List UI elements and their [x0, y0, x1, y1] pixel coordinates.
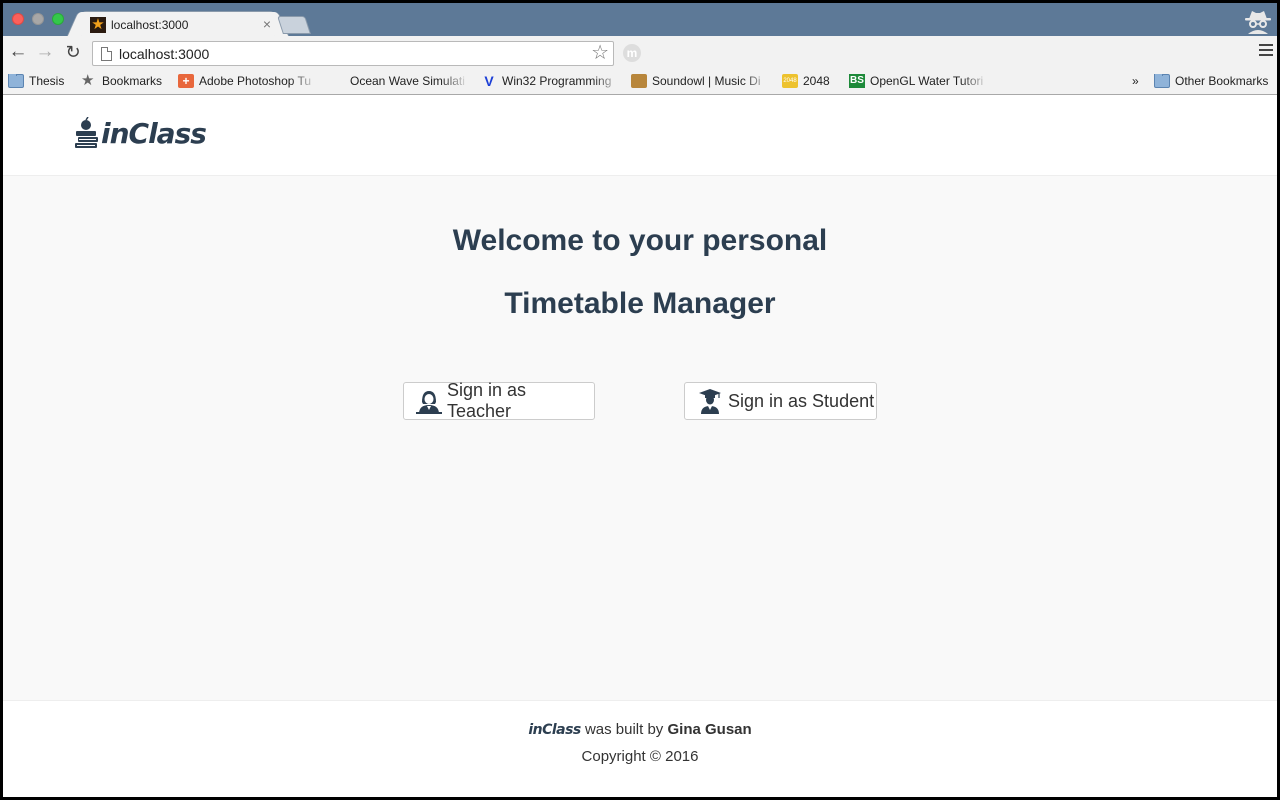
window-minimize-button[interactable] [32, 13, 44, 25]
new-tab-button[interactable] [277, 16, 311, 34]
graduate-student-icon [699, 389, 721, 414]
tab-close-icon[interactable]: × [263, 16, 271, 32]
sign-in-teacher-button[interactable]: Sign in as Teacher [403, 380, 595, 421]
sign-in-student-button[interactable]: Sign in as Student [684, 382, 877, 420]
logo-text: inClass [101, 117, 207, 150]
hero-title-line1: Welcome to your personal [452, 224, 828, 257]
folder-icon [8, 74, 24, 88]
bookmark-win32[interactable]: V Win32 Programming [481, 74, 621, 88]
forward-arrow-icon[interactable]: → [35, 42, 55, 62]
page-content: inClass Welcome to your personal Timetab… [3, 95, 1277, 797]
browser-window: ★ localhost:3000 × ← → ↻ localhost:3000 … [3, 3, 1277, 797]
tab-title: localhost:3000 [111, 18, 189, 32]
site-header: inClass [3, 95, 1277, 176]
bookmark-label: Ocean Wave Simulati [350, 74, 465, 88]
browser-toolbar: ← → ↻ localhost:3000 ☆ m [3, 36, 1277, 69]
bookmark-2048[interactable]: 2048 2048 [782, 74, 830, 88]
photoshop-icon: + [178, 74, 194, 88]
tab-active[interactable]: ★ localhost:3000 × [81, 11, 275, 37]
folder-icon [1154, 74, 1170, 88]
menu-icon[interactable] [1259, 44, 1273, 58]
reload-icon[interactable]: ↻ [63, 42, 83, 62]
site-footer: inClass was built by Gina Gusan Copyrigh… [3, 700, 1277, 797]
bookmarks-overflow-button[interactable]: » [1132, 74, 1139, 88]
bs-icon: BS [849, 74, 865, 88]
hero-title-line2: Timetable Manager [504, 287, 776, 320]
other-bookmarks[interactable]: Other Bookmarks [1154, 74, 1268, 88]
footer-brand: inClass [528, 722, 581, 738]
sign-in-teacher-label: Sign in as Teacher [447, 380, 527, 421]
star-icon: ★ [81, 74, 95, 88]
bookmark-label: Other Bookmarks [1175, 74, 1269, 88]
bookmark-label: Soundowl | Music Di [652, 74, 761, 88]
bookmark-photoshop[interactable]: + Adobe Photoshop Tu [178, 74, 318, 88]
2048-icon: 2048 [782, 74, 798, 88]
sign-in-student-label: Sign in as Student [728, 390, 875, 411]
incognito-icon [1245, 11, 1271, 34]
footer-copyright: Copyright © 2016 [581, 748, 699, 765]
bookmark-label: 2048 [803, 74, 830, 88]
v-icon: V [484, 74, 494, 88]
bookmark-ocean-wave[interactable]: Ocean Wave Simulati [329, 74, 469, 88]
window-close-button[interactable] [12, 13, 24, 25]
teacher-icon [416, 391, 442, 414]
chevron-right-icon: » [1132, 74, 1139, 88]
extension-m-icon[interactable]: m [623, 44, 641, 62]
bookmark-label: Adobe Photoshop Tu [199, 74, 312, 88]
bookmark-label: Bookmarks [102, 74, 163, 88]
books-apple-icon [75, 117, 98, 148]
page-icon [101, 47, 112, 61]
bookmark-opengl[interactable]: BS OpenGL Water Tutori [849, 74, 989, 88]
bookmark-thesis[interactable]: Thesis [8, 74, 64, 88]
favicon-star-icon: ★ [90, 16, 106, 33]
owl-icon [631, 74, 647, 88]
bookmark-star-icon[interactable]: ☆ [591, 42, 609, 65]
footer-built-by: was built by [584, 721, 664, 738]
window-maximize-button[interactable] [52, 13, 64, 25]
footer-credit: inClass was built by Gina Gusan [3, 721, 1277, 738]
back-arrow-icon[interactable]: ← [8, 42, 28, 62]
address-bar[interactable]: localhost:3000 ☆ [92, 41, 614, 66]
bookmark-bookmarks[interactable]: ★ Bookmarks [81, 74, 162, 88]
blank-icon [329, 74, 345, 88]
bookmark-label: Thesis [29, 74, 65, 88]
bookmark-label: Win32 Programming [502, 74, 612, 88]
bookmark-soundowl[interactable]: Soundowl | Music Di [631, 74, 771, 88]
url-text[interactable]: localhost:3000 [119, 46, 209, 62]
tab-strip: ★ localhost:3000 × [3, 3, 1277, 37]
bookmarks-bar: Thesis ★ Bookmarks + Adobe Photoshop Tu … [3, 69, 1277, 95]
bookmark-label: OpenGL Water Tutori [870, 74, 984, 88]
site-logo[interactable]: inClass [73, 117, 207, 150]
footer-author: Gina Gusan [667, 721, 752, 738]
